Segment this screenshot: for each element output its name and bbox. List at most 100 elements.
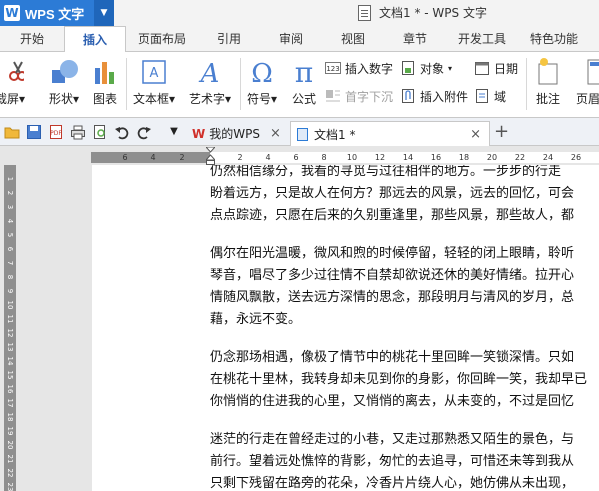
redo-icon[interactable] (136, 124, 152, 140)
ribbon-separator (126, 58, 127, 110)
screenshot-button[interactable]: 截屏▾ (0, 56, 32, 106)
customize-toolbar-chevron-icon[interactable]: ▼ (166, 124, 182, 140)
tab-review[interactable]: 审阅 (274, 26, 308, 52)
ruler-number: 5 (6, 232, 14, 238)
tab-developer[interactable]: 开发工具 (452, 26, 512, 52)
paragraph[interactable]: 仍念那场相遇，像极了情节中的桃花十里回眸一笑锁深情。只如 在桃花十里林，我转身却… (210, 347, 599, 413)
symbol-button[interactable]: Ω 符号▾ (244, 56, 280, 106)
document-page[interactable]: 仍然相信缘分，我看的寻觅与过往相伴的地方。一步步的行走 盼着远方，只是故人在何方… (92, 165, 599, 491)
ruler-number: 10 (346, 153, 358, 162)
svg-text:A: A (199, 59, 220, 86)
svg-text:123: 123 (326, 65, 339, 73)
indent-marker[interactable] (206, 147, 215, 165)
scissors-icon (0, 56, 27, 86)
print-icon[interactable] (70, 124, 86, 140)
new-tab-plus-icon[interactable]: + (494, 123, 510, 141)
doc-tab-my-wps[interactable]: W 我的WPS × (186, 121, 286, 146)
chevron-down-icon[interactable]: ▼ (94, 0, 114, 26)
ruler-number: 3 (6, 204, 14, 210)
tab-insert[interactable]: 插入 (64, 26, 126, 53)
horizontal-ruler[interactable]: 6 4 2 2 4 6 8 10 12 14 16 18 20 22 24 26 (0, 147, 599, 165)
ruler-number: 4 (6, 218, 14, 224)
ribbon-separator (240, 58, 241, 110)
shapes-button[interactable]: 形状▾ (44, 56, 84, 106)
ruler-number: 18 (6, 412, 14, 422)
object-icon (400, 60, 416, 76)
tab-section[interactable]: 章节 (398, 26, 432, 52)
ruler-number: 18 (458, 153, 470, 162)
chevron-down-icon: ▾ (448, 63, 453, 73)
comment-button[interactable]: 批注 (530, 56, 566, 106)
ruler-number: 6 (122, 153, 128, 162)
ruler-number: 21 (6, 454, 14, 464)
text-line: 在桃花十里林，我转身却未见到你的身影，你回眸一笑，我却早已 (210, 372, 588, 387)
field-icon (474, 88, 490, 104)
header-button[interactable]: 页眉 (576, 56, 599, 106)
document-icon (297, 127, 308, 141)
text-line: 藉，永远不变。 (210, 312, 302, 327)
ruler-number: 22 (514, 153, 526, 162)
tab-view[interactable]: 视图 (336, 26, 370, 52)
paragraph[interactable]: 仍然相信缘分，我看的寻觅与过往相伴的地方。一步步的行走 盼着远方，只是故人在何方… (210, 165, 599, 227)
object-label: 对象 (420, 61, 445, 76)
text-line: 迷茫的行走在曾经走过的小巷，又走过那熟悉又陌生的景色，与 (210, 432, 575, 447)
open-folder-icon[interactable] (4, 124, 20, 140)
print-preview-icon[interactable] (92, 124, 108, 140)
window-title: 文档1 * - WPS 文字 (358, 4, 487, 21)
tab-features[interactable]: 特色功能 (524, 26, 584, 52)
paragraph[interactable]: 偶尔在阳光温暖，微风和煦的时候停留，轻轻的闭上眼睛，聆听 琴音，唱尽了多少过往情… (210, 243, 599, 331)
ruler-number: 24 (542, 153, 554, 162)
wps-logo-icon: W (192, 126, 206, 141)
insert-attachment-label: 插入附件 (420, 89, 469, 104)
ruler-number: 1 (6, 176, 14, 182)
export-pdf-icon[interactable]: PDF (48, 124, 64, 140)
date-button[interactable]: 日期 (474, 58, 518, 78)
drop-cap-button[interactable]: 首字下沉 (325, 86, 393, 106)
tab-page-layout[interactable]: 页面布局 (134, 26, 190, 52)
textbox-label: 文本框▾ (132, 92, 176, 106)
formula-button[interactable]: π 公式 (286, 56, 322, 106)
close-icon[interactable]: × (270, 126, 281, 141)
svg-text:Ω: Ω (251, 59, 273, 86)
text-line: 只剩下残留在路旁的花朵，冷香片片绕人心，她仿佛从未出现， (210, 476, 575, 491)
text-line: 偶尔在阳光温暖，微风和煦的时候停留，轻轻的闭上眼睛，聆听 (210, 246, 575, 261)
header-icon (582, 56, 599, 86)
wordart-button[interactable]: A 艺术字▾ (184, 56, 236, 106)
ruler-number: 12 (374, 153, 386, 162)
chart-button[interactable]: 图表 (88, 56, 122, 106)
textbox-button[interactable]: A 文本框▾ (130, 56, 178, 106)
svg-text:π: π (295, 56, 313, 86)
tab-start[interactable]: 开始 (14, 26, 50, 52)
ruler-number: 22 (6, 468, 14, 478)
object-button[interactable]: 对象 ▾ (400, 58, 452, 78)
ruler-number: 23 (6, 482, 14, 491)
insert-attachment-button[interactable]: 插入附件 (400, 86, 468, 106)
ruler-number: 17 (6, 398, 14, 408)
text-line: 仍念那场相遇，像极了情节中的桃花十里回眸一笑锁深情。只如 (210, 350, 575, 365)
comment-label: 批注 (535, 92, 560, 106)
paragraph[interactable]: 迷茫的行走在曾经走过的小巷，又走过那熟悉又陌生的景色，与 前行。望着远处憔悴的背… (210, 429, 599, 491)
ruler-number: 11 (6, 314, 14, 324)
close-icon[interactable]: × (470, 127, 481, 142)
chart-label: 图表 (92, 92, 117, 106)
field-button[interactable]: 域 (474, 86, 506, 106)
ruler-number: 6 (293, 153, 299, 162)
ribbon-insert-panel: 截屏▾ 形状▾ 图表 A 文本框▾ A 艺术字▾ Ω 符号▾ π 公式 123 … (0, 52, 599, 118)
save-icon[interactable] (26, 124, 42, 140)
doc-tab-document1[interactable]: 文档1 * × (290, 121, 490, 146)
doc-tab-label: 文档1 * (314, 127, 356, 142)
drop-cap-label: 首字下沉 (345, 89, 394, 104)
number-icon: 123 (325, 60, 341, 76)
tab-references[interactable]: 引用 (212, 26, 246, 52)
insert-number-button[interactable]: 123 插入数字 (325, 58, 393, 78)
text-line: 盼着远方，只是故人在何方？那远去的风景，远去的回忆，可会 (210, 186, 575, 201)
text-line: 仍然相信缘分，我看的寻觅与过往相伴的地方。一步步的行走 (210, 165, 562, 179)
ruler-number: 19 (6, 426, 14, 436)
symbol-label: 符号▾ (246, 92, 278, 106)
ruler-number: 15 (6, 370, 14, 380)
ruler-number: 16 (6, 384, 14, 394)
app-menu-button[interactable]: W WPS 文字 ▼ (0, 0, 114, 26)
vertical-ruler[interactable]: 1 2 3 4 5 6 7 8 9 10 11 12 13 14 15 16 1… (4, 165, 16, 491)
undo-icon[interactable] (114, 124, 130, 140)
shapes-icon (50, 56, 78, 86)
